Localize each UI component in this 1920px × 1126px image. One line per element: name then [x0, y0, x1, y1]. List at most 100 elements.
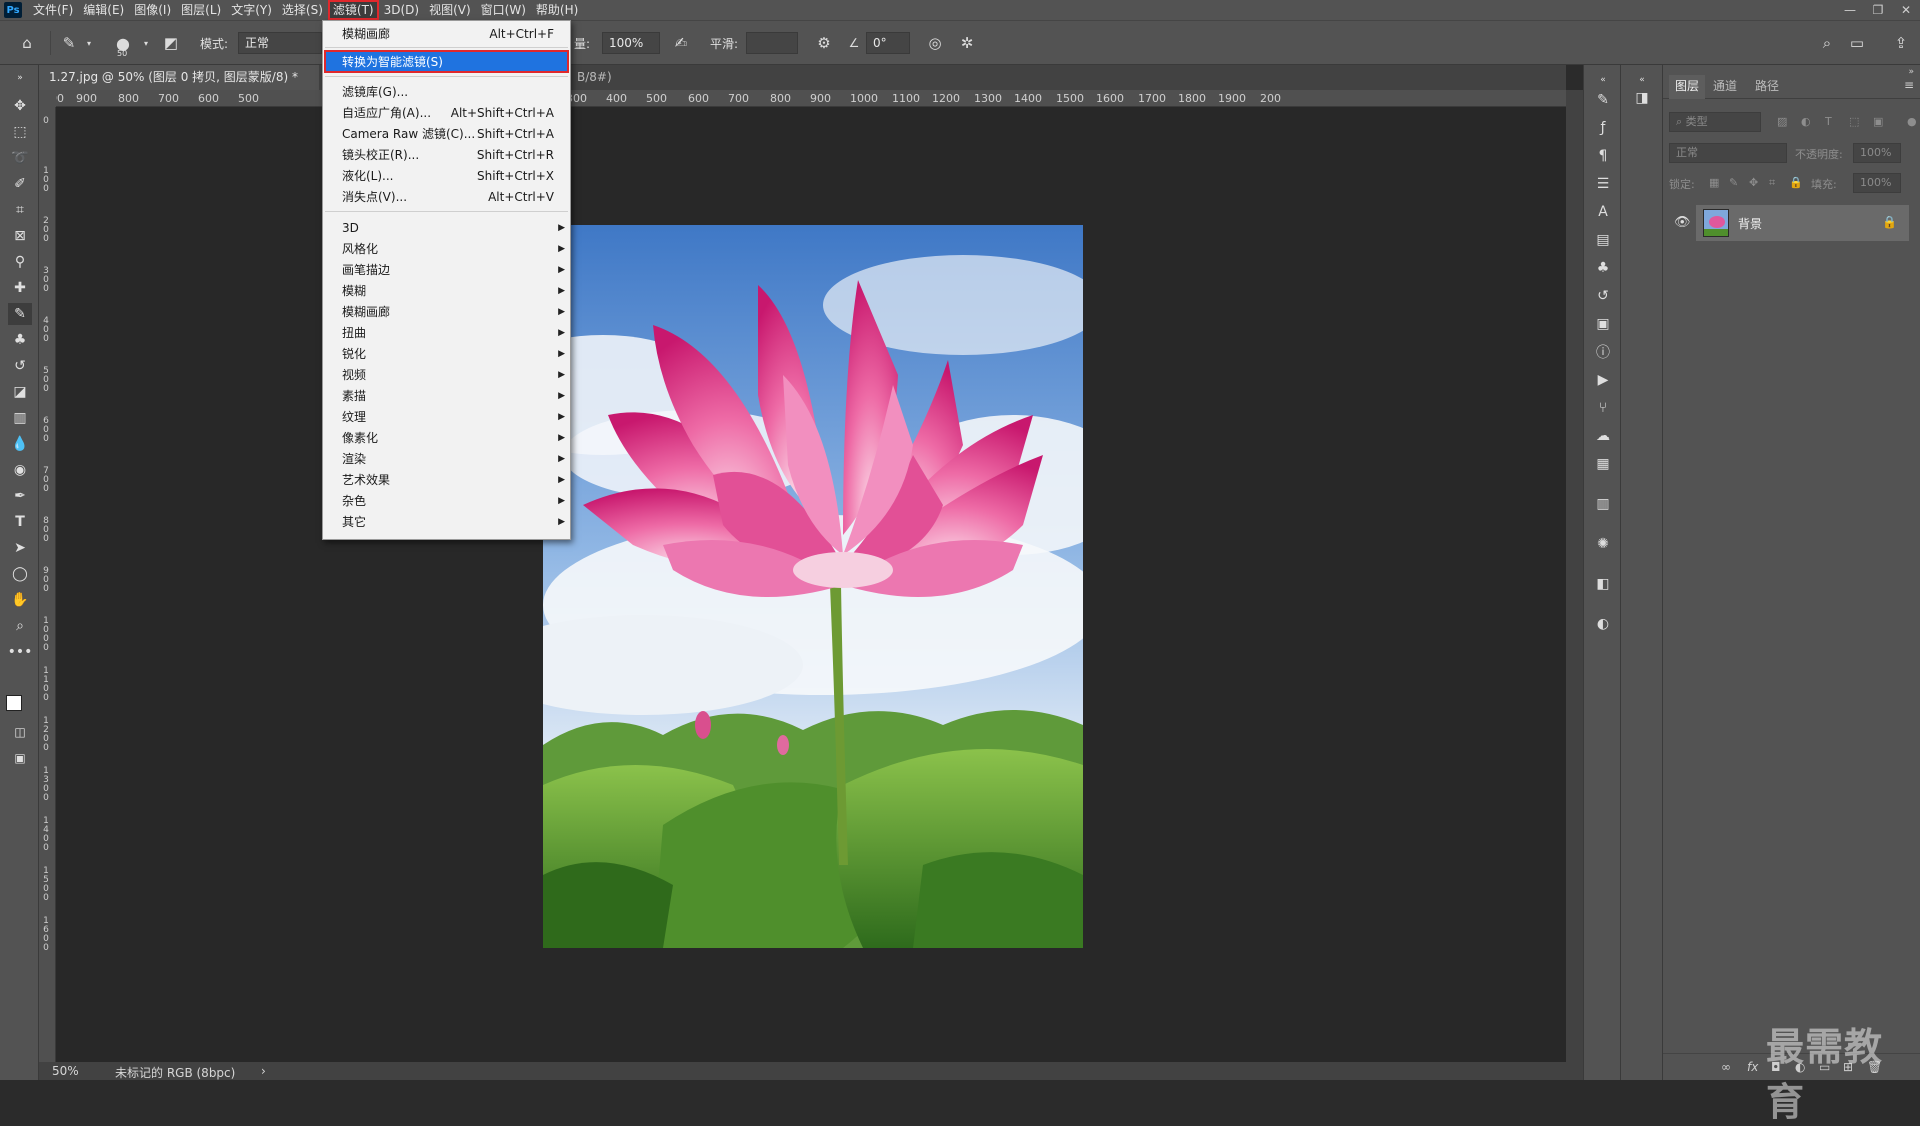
flow-select[interactable]: 100%: [602, 32, 660, 54]
menu-image[interactable]: 图像(I): [129, 0, 176, 20]
submenu-blur-gallery[interactable]: 模糊画廊 ▶: [323, 301, 570, 322]
link-layers-icon[interactable]: ∞: [1721, 1060, 1731, 1074]
quick-mask-icon[interactable]: ◫: [8, 721, 32, 743]
menu-window[interactable]: 窗口(W): [476, 0, 531, 20]
lock-all-icon[interactable]: 🔒: [1789, 176, 1803, 189]
notes-panel-icon[interactable]: ▥: [1592, 493, 1614, 515]
type-tool-icon[interactable]: T: [8, 511, 32, 533]
blur-tool-icon[interactable]: 💧: [8, 433, 32, 455]
restore-button[interactable]: ❐: [1864, 0, 1892, 20]
pen-tool-icon[interactable]: ✒: [8, 485, 32, 507]
menu-item-adaptive-wide-angle[interactable]: 自适应广角(A)... Alt+Shift+Ctrl+A: [323, 102, 570, 123]
menu-layer[interactable]: 图层(L): [176, 0, 226, 20]
eyedropper-tool-icon[interactable]: ⚲: [8, 251, 32, 273]
more-tools-icon[interactable]: •••: [8, 641, 33, 663]
menu-item-blur-gallery[interactable]: 模糊画廊 Alt+Ctrl+F: [323, 23, 570, 44]
adjustments-panel-icon[interactable]: ☰: [1592, 173, 1614, 195]
layer-filter-search[interactable]: ⌕ 类型: [1669, 112, 1761, 132]
hand-tool-icon[interactable]: ✋: [8, 589, 32, 611]
foreground-color-swatch[interactable]: [6, 695, 22, 711]
properties-panel-icon[interactable]: ▣: [1592, 313, 1614, 335]
zoom-level[interactable]: 50%: [52, 1064, 79, 1078]
lock-position-icon[interactable]: ✥: [1749, 176, 1758, 189]
smoothing-input[interactable]: [746, 32, 798, 54]
submenu-3d[interactable]: 3D ▶: [323, 217, 570, 238]
submenu-brush-strokes[interactable]: 画笔描边 ▶: [323, 259, 570, 280]
clone-stamp-tool-icon[interactable]: ♣: [8, 329, 32, 351]
submenu-video[interactable]: 视频 ▶: [323, 364, 570, 385]
submenu-noise[interactable]: 杂色 ▶: [323, 490, 570, 511]
filter-smart-object-icon[interactable]: ▣: [1873, 115, 1883, 128]
lock-icon[interactable]: 🔒: [1882, 215, 1897, 229]
chevron-down-icon[interactable]: ▾: [78, 32, 100, 54]
dodge-tool-icon[interactable]: ◉: [8, 459, 32, 481]
pressure-icon[interactable]: ◎: [924, 32, 946, 54]
character-panel-icon[interactable]: A: [1592, 201, 1614, 223]
crop-tool-icon[interactable]: ⌗: [8, 199, 32, 221]
menu-type[interactable]: 文字(Y): [226, 0, 277, 20]
zoom-tool-icon[interactable]: ⌕: [8, 615, 32, 637]
panel-menu-icon[interactable]: ≡: [1904, 78, 1914, 92]
mode-select[interactable]: 正常: [238, 32, 322, 54]
lasso-tool-icon[interactable]: ➰: [8, 147, 32, 169]
lock-transparency-icon[interactable]: ▦: [1709, 176, 1719, 189]
menu-edit[interactable]: 编辑(E): [78, 0, 129, 20]
blend-mode-select[interactable]: 正常: [1669, 143, 1787, 163]
3d-panel-icon[interactable]: ☁: [1592, 425, 1614, 447]
layer-row-background[interactable]: 背景 🔒: [1696, 205, 1909, 241]
ellipse-tool-icon[interactable]: ◯: [8, 563, 32, 585]
paragraph-panel-icon[interactable]: ¶: [1592, 145, 1614, 167]
document-tab[interactable]: 1.27.jpg @ 50% (图层 0 拷贝, 图层蒙版/8) * ×: [39, 65, 319, 109]
filter-adjustment-icon[interactable]: ◐: [1801, 115, 1811, 128]
submenu-distort[interactable]: 扭曲 ▶: [323, 322, 570, 343]
frame-tool-icon[interactable]: ⊠: [8, 225, 32, 247]
brush-settings-panel-icon[interactable]: ✎: [1592, 89, 1614, 111]
submenu-sharpen[interactable]: 锐化 ▶: [323, 343, 570, 364]
workspace-icon[interactable]: ▭: [1846, 32, 1868, 54]
minimize-button[interactable]: —: [1836, 0, 1864, 20]
lock-pixels-icon[interactable]: ✎: [1729, 176, 1738, 189]
healing-brush-tool-icon[interactable]: ✚: [8, 277, 32, 299]
clone-source-panel-icon[interactable]: ♣: [1592, 257, 1614, 279]
actions-panel-icon[interactable]: ▶: [1592, 369, 1614, 391]
info-panel-icon[interactable]: ⓘ: [1592, 341, 1614, 363]
symmetry-icon[interactable]: ✲: [956, 32, 978, 54]
fill-input[interactable]: 100%: [1853, 173, 1901, 193]
table-panel-icon[interactable]: ▦: [1592, 453, 1614, 475]
menu-item-vanishing-point[interactable]: 消失点(V)... Alt+Ctrl+V: [323, 186, 570, 207]
eye-icon[interactable]: 👁: [1674, 215, 1691, 230]
menu-item-camera-raw[interactable]: Camera Raw 滤镜(C)... Shift+Ctrl+A: [323, 123, 570, 144]
document-tab-2[interactable]: B/8#) ×: [567, 65, 627, 109]
filter-shape-icon[interactable]: ⬚: [1849, 115, 1859, 128]
layer-name[interactable]: 背景: [1738, 215, 1762, 232]
opacity-input[interactable]: 100%: [1853, 143, 1901, 163]
tab-channels[interactable]: 通道: [1707, 75, 1743, 99]
timeline-panel-icon[interactable]: ◧: [1592, 573, 1614, 595]
brush-settings-icon[interactable]: ◩: [160, 32, 182, 54]
close-button[interactable]: ✕: [1892, 0, 1920, 20]
submenu-artistic[interactable]: 艺术效果 ▶: [323, 469, 570, 490]
tab-paths[interactable]: 路径: [1749, 75, 1785, 99]
brush-tool-icon[interactable]: ✎: [8, 303, 32, 325]
menu-item-convert-smart-filters[interactable]: 转换为智能滤镜(S): [324, 50, 569, 73]
marquee-tool-icon[interactable]: ⬚: [8, 121, 32, 143]
home-icon[interactable]: ⌂: [16, 32, 38, 54]
menu-select[interactable]: 选择(S): [277, 0, 328, 20]
menu-help[interactable]: 帮助(H): [531, 0, 583, 20]
submenu-blur[interactable]: 模糊 ▶: [323, 280, 570, 301]
move-tool-icon[interactable]: ✥: [8, 95, 32, 117]
submenu-other[interactable]: 其它 ▶: [323, 511, 570, 532]
submenu-stylize[interactable]: 风格化 ▶: [323, 238, 570, 259]
history-panel-icon[interactable]: ↺: [1592, 285, 1614, 307]
paths-panel-icon[interactable]: ⑂: [1592, 397, 1614, 419]
gradient-tool-icon[interactable]: ▥: [8, 407, 32, 429]
brush-tool-icon[interactable]: ✎: [58, 32, 80, 54]
navigator-panel-icon[interactable]: ✺: [1592, 533, 1614, 555]
eraser-tool-icon[interactable]: ◪: [8, 381, 32, 403]
menu-file[interactable]: 文件(F): [28, 0, 78, 20]
menu-item-filter-gallery[interactable]: 滤镜库(G)...: [323, 81, 570, 102]
vertical-scrollbar[interactable]: [1566, 90, 1583, 1062]
submenu-texture[interactable]: 纹理 ▶: [323, 406, 570, 427]
collapse-icon[interactable]: «: [1592, 69, 1614, 91]
airbrush-icon[interactable]: ✍: [670, 32, 692, 54]
